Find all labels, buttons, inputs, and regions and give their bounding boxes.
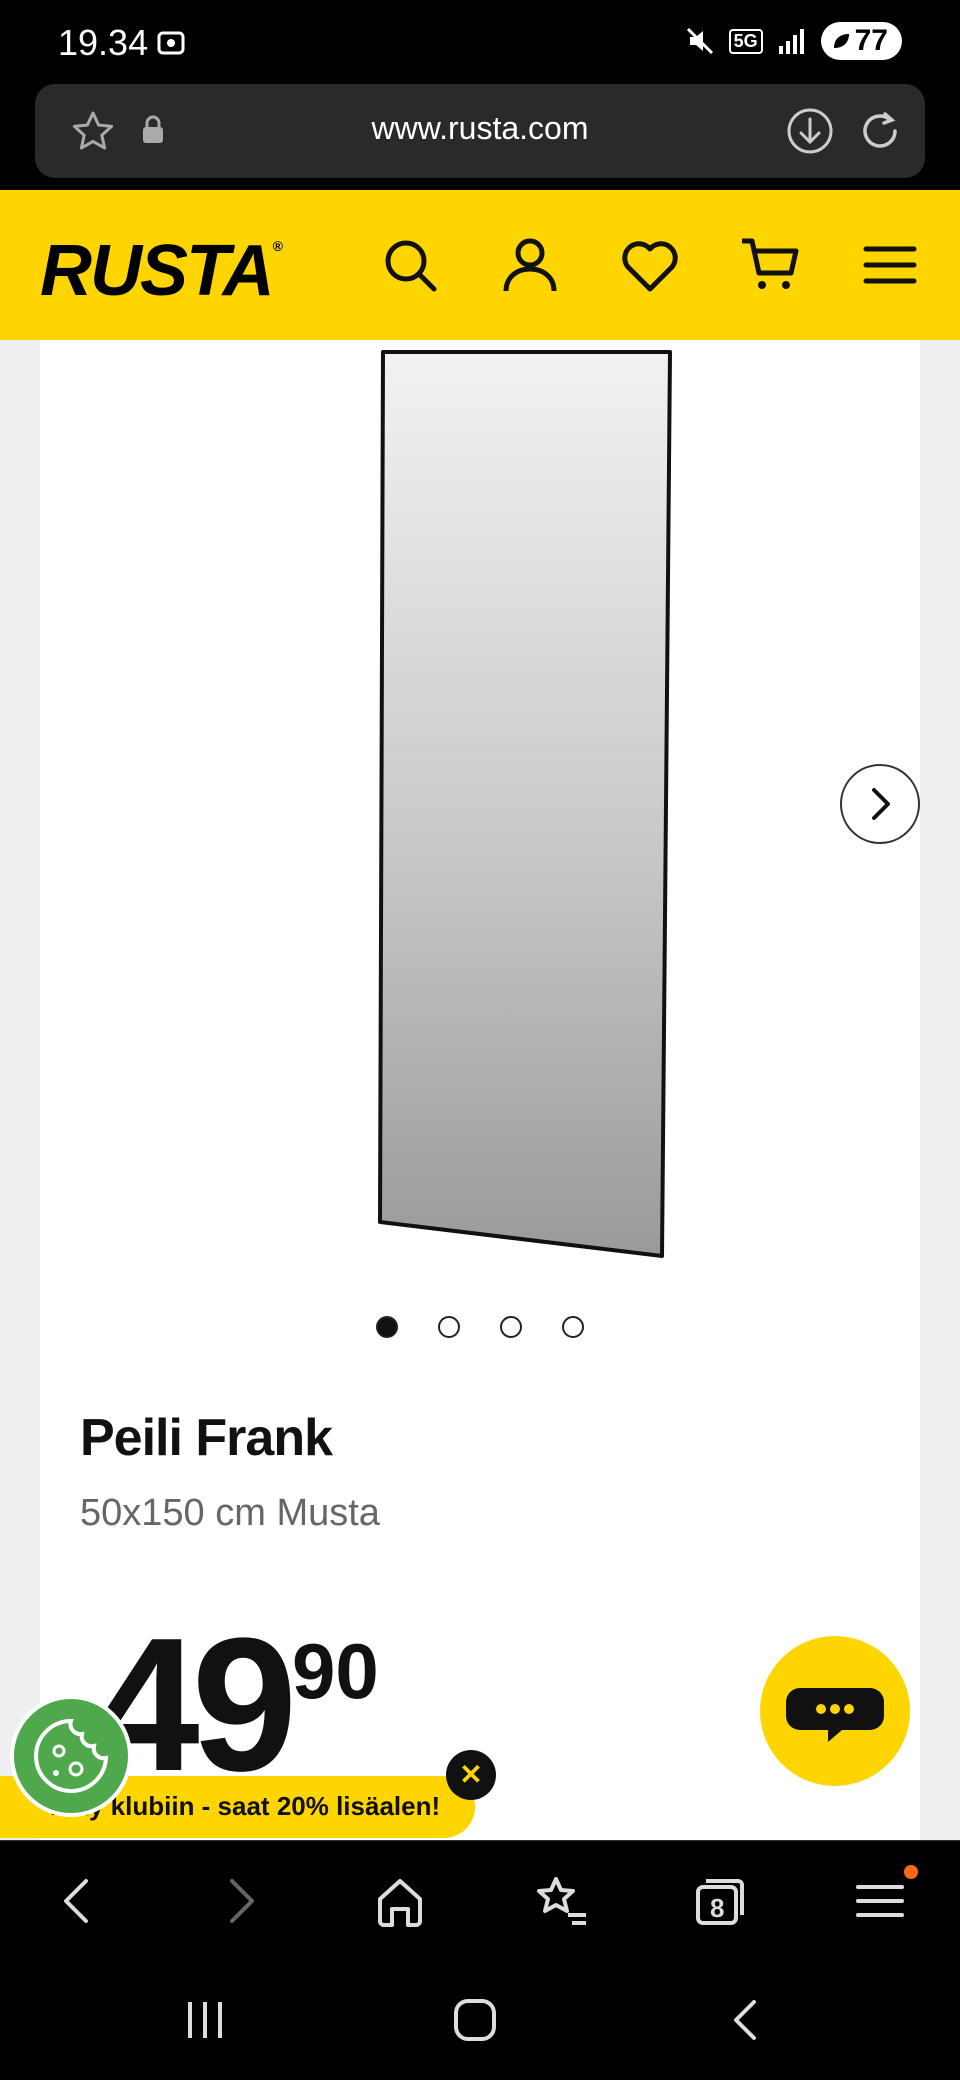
chevron-right-icon [872,788,890,820]
menu-hamburger-icon[interactable] [860,235,920,295]
cart-icon[interactable] [740,235,800,295]
gallery-dot[interactable] [376,1316,398,1338]
battery-level: 77 [854,24,888,57]
status-time: 19.34 [58,22,149,63]
status-bar: 19.34 5G 77 [0,0,960,84]
wishlist-heart-icon[interactable] [620,235,680,295]
search-icon[interactable] [380,235,440,295]
cookie-settings-button[interactable] [10,1695,132,1817]
chat-bubble-icon [786,1688,884,1742]
signal-icon [778,29,804,54]
reload-icon[interactable] [855,106,905,156]
system-back-icon[interactable] [720,1998,770,2042]
account-icon[interactable] [500,235,560,295]
browser-menu-icon[interactable] [850,1871,910,1931]
tabs-count: 8 [710,1893,725,1923]
system-nav-bar [0,1960,960,2080]
gallery-pagination [40,1316,920,1338]
notification-badge [904,1865,918,1879]
gallery-next-button[interactable] [840,764,920,844]
url-bar[interactable]: www.rusta.com [35,84,925,178]
browser-bottom-nav: 8 [0,1840,960,1961]
bookmarks-icon[interactable] [530,1871,590,1931]
rusta-logo[interactable]: RUSTA® [40,230,283,312]
home-button-icon[interactable] [450,1998,500,2042]
leaf-icon [833,34,849,48]
mute-icon [686,27,713,55]
price-decimal: 90 [292,1627,379,1715]
product-subtitle: 50x150 cm Musta [80,1492,380,1534]
recent-apps-icon[interactable] [180,1998,230,2042]
page-content: Peili Frank 50x150 cm Musta 49 90 [0,340,960,1840]
gallery-dot[interactable] [500,1316,522,1338]
browser-toolbar: www.rusta.com [0,84,960,190]
home-icon[interactable] [370,1871,430,1931]
battery-indicator: 77 [820,22,902,60]
gallery-dot[interactable] [562,1316,584,1338]
cookie-icon [34,1718,109,1793]
tabs-button[interactable]: 8 [690,1871,750,1931]
network-label: 5G [728,28,763,54]
download-icon[interactable] [785,106,835,156]
screenshot-icon [157,31,185,55]
site-header: RUSTA® [0,190,960,340]
back-icon[interactable] [48,1871,108,1931]
product-image[interactable] [330,340,710,1270]
gallery-dot[interactable] [438,1316,460,1338]
product-title: Peili Frank [80,1409,333,1467]
club-promo-close-button[interactable]: ✕ [446,1750,496,1800]
chat-button[interactable] [760,1636,910,1786]
forward-icon[interactable] [210,1871,270,1931]
